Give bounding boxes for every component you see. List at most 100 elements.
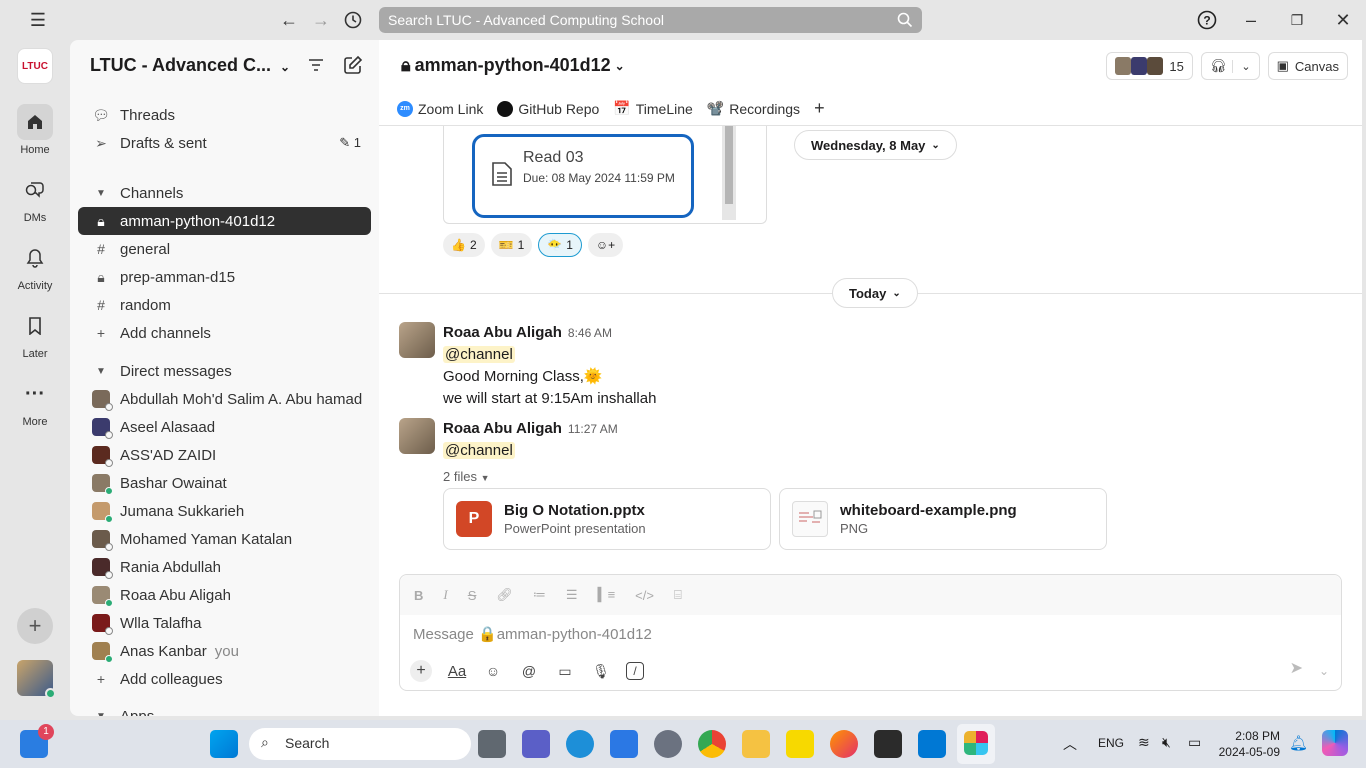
assignment-preview[interactable]: Read 03 Due: 08 May 2024 11:59 PM (443, 126, 767, 224)
close-icon[interactable]: ✕ (1331, 8, 1355, 32)
calendar-app-icon[interactable] (610, 730, 638, 758)
sidebar-drafts[interactable]: ➢ Drafts & sent ✎ 1 (78, 129, 371, 157)
chevron-up-icon[interactable]: ︿ (1063, 734, 1077, 754)
tab-timeline[interactable]: 📅 TimeLine (613, 100, 693, 117)
format-toggle-icon[interactable]: Aa (446, 660, 468, 682)
assignment-card[interactable]: Read 03 Due: 08 May 2024 11:59 PM (472, 134, 694, 218)
blockquote-icon[interactable]: ▍≡ (598, 587, 616, 603)
sidebar-dm-item[interactable]: Jumana Sukkarieh (78, 497, 371, 525)
sidebar-dm-item[interactable]: Bashar Owainat (78, 469, 371, 497)
rail-later[interactable]: Later (0, 308, 70, 360)
mention-icon[interactable]: @ (518, 660, 540, 682)
message-time[interactable]: 8:46 AM (568, 326, 612, 340)
sidebar-dm-item[interactable]: Anas Kanbar you (78, 637, 371, 665)
help-icon[interactable]: ? (1195, 8, 1219, 32)
sidebar-channel-prep-amman-d15[interactable]: 🔒︎ prep-amman-d15 (78, 263, 371, 291)
file-attachment-pptx[interactable]: P Big O Notation.pptx PowerPoint presenta… (443, 488, 771, 550)
channel-title[interactable]: 🔒︎ amman-python-401d12 ⌄ (401, 55, 625, 76)
copilot-icon[interactable] (1322, 730, 1348, 756)
emoji-icon[interactable]: ☺ (482, 660, 504, 682)
volume-muted-icon[interactable]: 🔇︎ (1162, 734, 1171, 751)
sidebar-dm-item[interactable]: Roaa Abu Aligah (78, 581, 371, 609)
sidebar-dm-item[interactable]: Rania Abdullah (78, 553, 371, 581)
author-avatar[interactable] (399, 418, 435, 454)
code-block-icon[interactable]: ⌸ (674, 587, 682, 603)
sidebar-threads[interactable]: 💬︎ Threads (78, 101, 371, 129)
sidebar-dm-item[interactable]: Mohamed Yaman Katalan (78, 525, 371, 553)
reaction-face[interactable]: 😶‍🌫️ 1 (538, 233, 582, 257)
apps-header[interactable]: ▼ Apps (78, 702, 371, 717)
bold-icon[interactable]: B (414, 588, 423, 603)
tab-zoom-link[interactable]: zm Zoom Link (397, 100, 483, 117)
vscode-icon[interactable] (918, 730, 946, 758)
add-channels-button[interactable]: + Add channels (78, 319, 371, 347)
tab-recordings[interactable]: 📽️ Recordings (707, 100, 800, 117)
message-input[interactable]: Message 🔒amman-python-401d12 (413, 625, 652, 643)
taskbar-search[interactable]: ⌕ Search (249, 728, 471, 760)
members-button[interactable]: 15 (1106, 52, 1193, 80)
firefox-icon[interactable] (830, 730, 858, 758)
chevron-down-icon[interactable]: ⌄ (1319, 664, 1329, 678)
compose-icon[interactable] (343, 55, 363, 80)
message-time[interactable]: 11:27 AM (568, 422, 618, 436)
message-composer[interactable]: B I S 🔗︎ ≔ ☰ ▍≡ </> ⌸ Message 🔒amman-pyt… (399, 574, 1342, 691)
code-icon[interactable]: </> (635, 588, 654, 603)
workspace-logo[interactable]: LTUC (17, 48, 53, 84)
search-bar[interactable]: Search LTUC - Advanced Computing School (379, 7, 922, 33)
slash-command-icon[interactable]: / (626, 662, 644, 680)
workspace-name[interactable]: LTUC - Advanced C... ⌄ (90, 55, 290, 76)
tab-github-repo[interactable]: GitHub Repo (497, 100, 599, 117)
add-colleagues-button[interactable]: + Add colleagues (78, 665, 371, 693)
sidebar-dm-item[interactable]: Wlla Talafha (78, 609, 371, 637)
sidebar-channel-general[interactable]: # general (78, 235, 371, 263)
task-view-icon[interactable] (478, 730, 506, 758)
battery-icon[interactable]: ▭ (1188, 734, 1201, 751)
sidebar-dm-item[interactable]: Abdullah Moh'd Salim A. Abu hamad (78, 385, 371, 413)
windows-start-icon[interactable] (210, 730, 238, 758)
message[interactable]: Roaa Abu Aligah 8:46 AM @channel Good Mor… (399, 322, 1299, 412)
dm-header[interactable]: ▼ Direct messages (78, 357, 371, 385)
rail-more[interactable]: ··· More (0, 376, 70, 429)
file-explorer-icon[interactable] (742, 730, 770, 758)
teams-icon[interactable] (522, 730, 550, 758)
chrome-icon[interactable] (698, 730, 726, 758)
reaction-thumbs-up[interactable]: 👍 2 (443, 233, 485, 257)
channel-mention[interactable]: @channel (443, 442, 515, 459)
video-icon[interactable]: ▭ (554, 660, 576, 682)
back-arrow-icon[interactable]: ← (277, 8, 301, 32)
slack-icon[interactable] (957, 724, 995, 764)
forward-arrow-icon[interactable]: → (309, 8, 333, 32)
user-avatar[interactable] (17, 660, 56, 699)
add-workspace-icon[interactable]: + (17, 608, 53, 644)
widgets-app-icon[interactable]: 1 (20, 724, 54, 758)
message-author[interactable]: Roaa Abu Aligah (443, 324, 562, 341)
system-clock[interactable]: 2:08 PM 2024-05-09 (1219, 728, 1280, 760)
notification-bell-icon[interactable]: 🔔︎ (1289, 734, 1308, 752)
wifi-icon[interactable]: ≋ (1138, 734, 1150, 751)
terminal-icon[interactable] (874, 730, 902, 758)
rail-home[interactable]: Home (0, 104, 70, 156)
date-divider-today[interactable]: Today ⌄ (832, 278, 918, 308)
edge-icon[interactable] (566, 730, 594, 758)
settings-gear-icon[interactable] (654, 730, 682, 758)
channels-header[interactable]: ▼ Channels (78, 179, 371, 207)
sidebar-dm-item[interactable]: ASS'AD ZAIDI (78, 441, 371, 469)
files-toggle[interactable]: 2 files ▼ (443, 466, 618, 489)
language-indicator[interactable]: ENG (1098, 736, 1124, 750)
date-divider-wednesday[interactable]: Wednesday, 8 May ⌄ (794, 130, 957, 160)
rail-activity[interactable]: Activity (0, 240, 70, 292)
sidebar-dm-item[interactable]: Aseel Alasaad (78, 413, 371, 441)
file-attachment-png[interactable]: whiteboard-example.png PNG (779, 488, 1107, 550)
link-icon[interactable]: 🔗︎ (496, 587, 513, 603)
italic-icon[interactable]: I (443, 587, 447, 603)
add-reaction-button[interactable]: ☺+ (587, 233, 624, 257)
microphone-icon[interactable]: 🎙︎ (590, 660, 612, 682)
channel-mention[interactable]: @channel (443, 346, 515, 363)
strikethrough-icon[interactable]: S (468, 588, 477, 603)
reaction-ticket[interactable]: 🎫 1 (490, 233, 533, 257)
message-author[interactable]: Roaa Abu Aligah (443, 420, 562, 437)
message[interactable]: Roaa Abu Aligah 11:27 AM @channel 2 files… (399, 418, 1299, 488)
filter-icon[interactable] (307, 56, 325, 79)
huddle-button[interactable]: 🎧︎ ⌄ (1200, 52, 1260, 80)
sticky-notes-icon[interactable] (786, 730, 814, 758)
